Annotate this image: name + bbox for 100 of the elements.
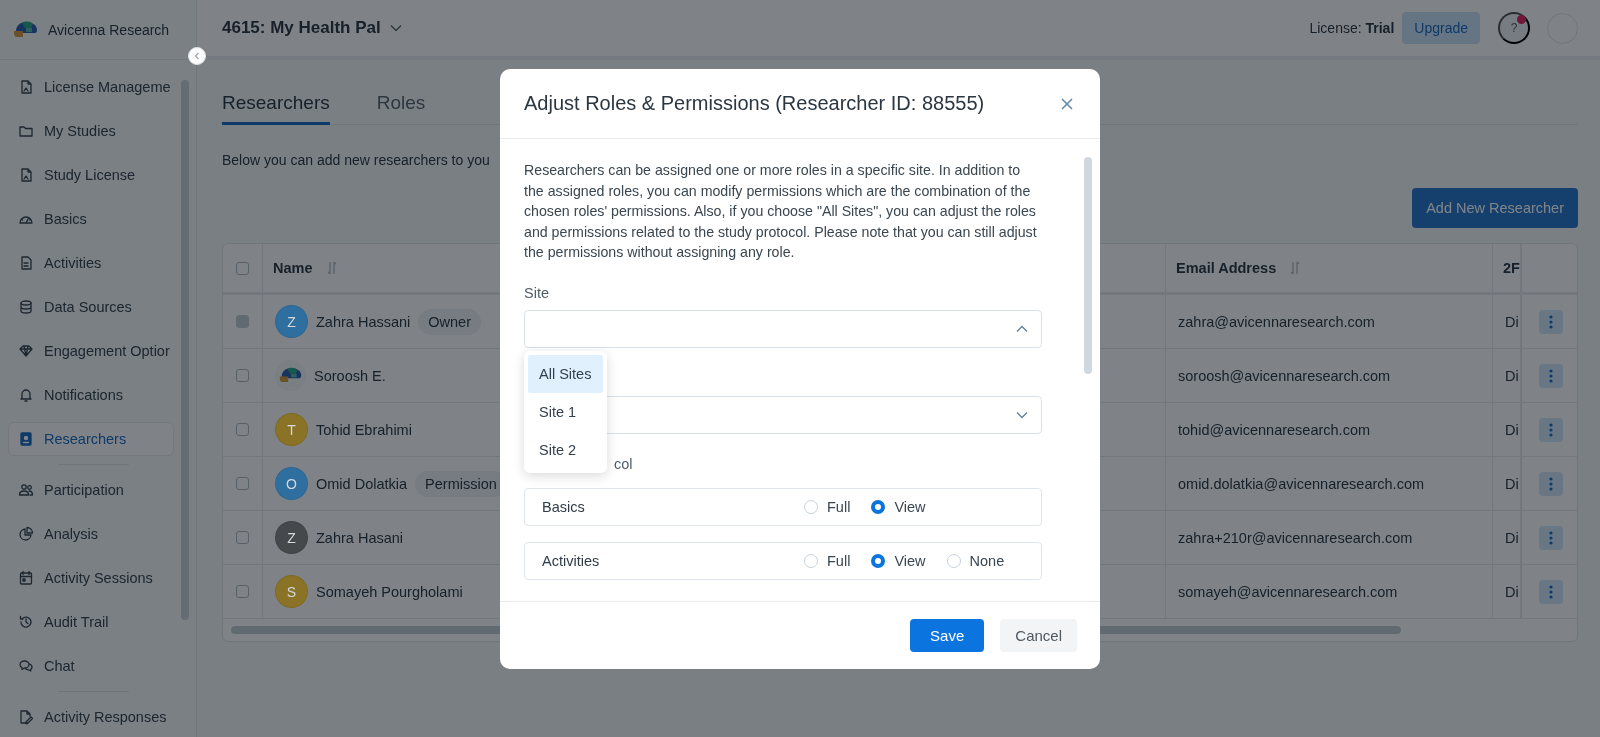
sidebar-item[interactable]: Activity Sessions (8, 561, 174, 595)
sidebar-item[interactable]: Audit Trail (8, 605, 174, 639)
calendar-icon (18, 570, 34, 586)
radio-option[interactable]: Full (804, 552, 851, 569)
kebab-icon (1548, 368, 1553, 383)
pie-chart-icon (18, 526, 34, 542)
chat-icon (18, 658, 34, 674)
sidebar-item[interactable]: Participation (8, 473, 174, 507)
person-card-icon (18, 431, 34, 447)
checkbox[interactable] (236, 423, 249, 436)
sidebar-item[interactable]: Analysis (8, 517, 174, 551)
upgrade-button[interactable]: Upgrade (1402, 12, 1480, 44)
save-button[interactable]: Save (910, 619, 985, 652)
permission-name: Activities (542, 552, 600, 569)
kebab-icon (1548, 476, 1553, 491)
avatar: T (275, 413, 308, 446)
bell-icon (18, 387, 34, 403)
table-cell: Di (1505, 529, 1519, 546)
radio-option[interactable]: View (871, 498, 926, 515)
tab[interactable]: Roles (376, 92, 426, 125)
sidebar-item[interactable]: Study License (8, 158, 174, 192)
kebab-icon (1548, 530, 1553, 545)
document-icon (18, 255, 34, 271)
sort-icon[interactable] (1290, 261, 1301, 275)
avatar: O (275, 467, 308, 500)
document-icon (18, 167, 34, 183)
more-button[interactable] (1538, 363, 1563, 388)
kebab-icon (1548, 314, 1553, 329)
table-cell: Di (1505, 475, 1519, 492)
more-button[interactable] (1538, 417, 1563, 442)
checkbox[interactable] (236, 369, 249, 382)
radio-option[interactable]: View (871, 552, 926, 569)
sidebar-item[interactable]: Notifications (8, 378, 174, 412)
email-cell: soroosh@avicennaresearch.com (1178, 367, 1391, 384)
add-researcher-button[interactable]: Add New Researcher (1412, 188, 1578, 228)
researcher-name: Zahra Hassani (316, 313, 411, 330)
people-icon (18, 482, 34, 498)
sidebar-item[interactable]: Activity Responses (8, 700, 174, 734)
radio-option[interactable]: Full (804, 498, 851, 515)
description-text: Researchers can be assigned one or more roles in a specific site. In addition to the assigned roles, you can modify permissions which are the combination of the chosen roles' permissions. Also, if you choose "All Sites", you can adjust the roles and permissions related to the study protocol. Please note that you can still adjust the permissions without assigning any role. (524, 161, 1038, 262)
sort-icon[interactable] (326, 261, 337, 275)
avatar: S (275, 575, 308, 608)
column-header: 2F (1503, 260, 1520, 276)
brain-logo-icon (277, 366, 304, 385)
role-badge: Owner (418, 308, 481, 335)
sidebar-item[interactable]: Activities (8, 246, 174, 280)
brain-logo-icon (12, 19, 40, 40)
more-button[interactable] (1538, 579, 1563, 604)
email-cell: somayeh@avicennaresearch.com (1178, 583, 1398, 600)
diamond-icon (18, 343, 34, 359)
database-icon (18, 299, 34, 315)
more-button[interactable] (1538, 309, 1563, 334)
avatar: Z (275, 521, 308, 554)
chevron-left-icon (193, 52, 201, 60)
researcher-name: Soroosh E. (314, 367, 386, 384)
more-button[interactable] (1538, 525, 1563, 550)
dropdown-option[interactable]: Site 1 (528, 393, 603, 431)
history-icon (18, 614, 34, 630)
checkbox[interactable] (236, 531, 249, 544)
help-button[interactable]: ? (1498, 12, 1530, 44)
table-cell: Di (1505, 313, 1519, 330)
document-icon (18, 79, 34, 95)
tab[interactable]: Researchers (222, 92, 330, 125)
dropdown-option[interactable]: Site 2 (528, 431, 603, 469)
table-cell: Di (1505, 367, 1519, 384)
sidebar-item[interactable]: Engagement Optior (8, 334, 174, 368)
email-cell: tohid@avicennaresearch.com (1178, 421, 1371, 438)
sidebar-item[interactable]: My Studies (8, 114, 174, 148)
column-header: Email Address (1176, 260, 1277, 276)
avatar: Z (275, 305, 308, 338)
column-header: Name (273, 260, 313, 276)
table-cell: Di (1505, 421, 1519, 438)
folder-icon (18, 123, 34, 139)
checkbox[interactable] (236, 477, 249, 490)
brand-name: Avicenna Research (48, 21, 170, 38)
sidebar-item[interactable]: Researchers (8, 422, 174, 456)
table-cell: Di (1505, 583, 1519, 600)
license-status: License: Trial (1309, 20, 1395, 36)
more-button[interactable] (1538, 471, 1563, 496)
sidebar-item[interactable]: Data Sources (8, 290, 174, 324)
document-edit-icon (18, 709, 34, 725)
section-label: col (613, 455, 634, 472)
kebab-icon (1548, 422, 1553, 437)
email-cell: zahra+210r@avicennaresearch.com (1178, 529, 1413, 546)
sidebar-item[interactable]: License Manageme (8, 70, 174, 104)
cancel-button[interactable]: Cancel (1000, 619, 1077, 652)
radio-option[interactable]: None (946, 552, 1005, 569)
researcher-name: Zahra Hasani (316, 529, 404, 546)
sidebar-item[interactable]: Chat (8, 649, 174, 683)
researcher-name: Omid Dolatkia (316, 475, 408, 492)
dropdown-option[interactable]: All Sites (528, 355, 603, 393)
close-button[interactable] (1059, 95, 1075, 112)
researcher-name: Tohid Ebrahimi (316, 421, 412, 438)
dialog-title: Adjust Roles & Permissions (Researcher ID: 88555) (524, 92, 986, 115)
checkbox[interactable] (236, 585, 249, 598)
scrollbar[interactable] (1084, 157, 1092, 374)
site-select[interactable] (524, 309, 1042, 348)
email-cell: zahra@avicennaresearch.com (1178, 313, 1375, 330)
sidebar-item[interactable]: Basics (8, 202, 174, 236)
checkbox[interactable] (236, 261, 249, 275)
